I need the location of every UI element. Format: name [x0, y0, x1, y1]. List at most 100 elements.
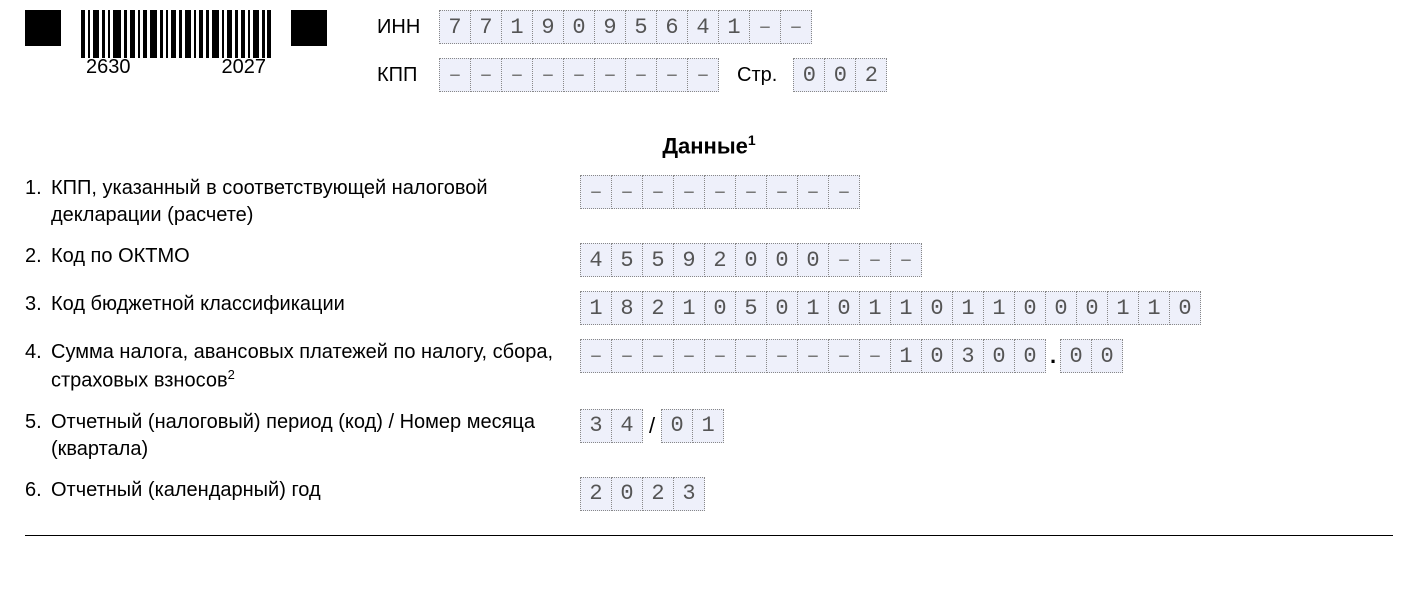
cell: 1: [890, 339, 922, 373]
cell: 7: [470, 10, 502, 44]
cell: 2: [642, 291, 674, 325]
page-label: Стр.: [737, 64, 777, 87]
corner-marker-left: [25, 10, 61, 46]
cell: –: [611, 175, 643, 209]
cell: 0: [766, 291, 798, 325]
cell: 0: [828, 291, 860, 325]
cell: 0: [1091, 339, 1123, 373]
divider: [25, 535, 1393, 536]
cell: –: [594, 58, 626, 92]
cell: 1: [797, 291, 829, 325]
cell: –: [859, 243, 891, 277]
cell: –: [828, 175, 860, 209]
cell: –: [501, 58, 533, 92]
cell: 0: [824, 58, 856, 92]
cell: –: [580, 339, 612, 373]
cell: –: [780, 10, 812, 44]
cell: 0: [1169, 291, 1201, 325]
cell: –: [749, 10, 781, 44]
row2-label: 2. Код по ОКТМО: [25, 243, 580, 270]
cell: –: [890, 243, 922, 277]
cell: –: [828, 339, 860, 373]
cell: –: [797, 175, 829, 209]
cell: –: [470, 58, 502, 92]
cell: 0: [793, 58, 825, 92]
cell: –: [611, 339, 643, 373]
cell: 1: [1107, 291, 1139, 325]
row6-label: 6. Отчетный (календарный) год: [25, 477, 580, 504]
cell: –: [580, 175, 612, 209]
cell: –: [704, 175, 736, 209]
cell: 0: [1045, 291, 1077, 325]
cell: 1: [673, 291, 705, 325]
cell: –: [735, 175, 767, 209]
cell: 9: [532, 10, 564, 44]
cell: –: [766, 175, 798, 209]
row2-cells: 45592000–––: [580, 243, 922, 277]
cell: 0: [1014, 291, 1046, 325]
inn-label: ИНН: [377, 16, 429, 39]
cell: –: [797, 339, 829, 373]
cell: 2: [704, 243, 736, 277]
row4-int-cells: ––––––––––10300: [580, 339, 1046, 373]
cell: –: [439, 58, 471, 92]
row6-cells: 2023: [580, 477, 705, 511]
cell: 1: [692, 409, 724, 443]
cell: –: [563, 58, 595, 92]
cell: 0: [735, 243, 767, 277]
cell: –: [673, 175, 705, 209]
barcode-num-right: 2027: [222, 56, 267, 79]
cell: –: [766, 339, 798, 373]
cell: 4: [611, 409, 643, 443]
corner-marker-right: [291, 10, 327, 46]
cell: 0: [1014, 339, 1046, 373]
cell: 1: [890, 291, 922, 325]
cell: –: [642, 339, 674, 373]
kpp-cells: –––––––––: [439, 58, 719, 92]
cell: –: [532, 58, 564, 92]
cell: 0: [921, 291, 953, 325]
cell: 1: [983, 291, 1015, 325]
cell: 2: [642, 477, 674, 511]
decimal-dot: .: [1050, 343, 1056, 369]
cell: 2: [855, 58, 887, 92]
cell: 1: [580, 291, 612, 325]
cell: 0: [766, 243, 798, 277]
kpp-label: КПП: [377, 64, 429, 87]
cell: 0: [983, 339, 1015, 373]
cell: 0: [563, 10, 595, 44]
cell: 0: [661, 409, 693, 443]
cell: 4: [580, 243, 612, 277]
row5-label: 5. Отчетный (налоговый) период (код) / Н…: [25, 409, 580, 463]
cell: –: [656, 58, 688, 92]
cell: 5: [625, 10, 657, 44]
row1-cells: –––––––––: [580, 175, 860, 209]
cell: 3: [580, 409, 612, 443]
cell: –: [859, 339, 891, 373]
cell: 2: [580, 477, 612, 511]
cell: 1: [859, 291, 891, 325]
cell: 1: [952, 291, 984, 325]
cell: 3: [673, 477, 705, 511]
page-cells: 002: [793, 58, 887, 92]
inn-cells: 7719095641––: [439, 10, 812, 44]
cell: 9: [673, 243, 705, 277]
cell: 0: [1060, 339, 1092, 373]
row5-cells-a: 34: [580, 409, 643, 443]
row1-label: 1. КПП, указанный в соответствующей нало…: [25, 175, 580, 229]
cell: 1: [718, 10, 750, 44]
cell: 9: [594, 10, 626, 44]
cell: 0: [921, 339, 953, 373]
cell: –: [735, 339, 767, 373]
cell: 4: [687, 10, 719, 44]
slash-sep: /: [649, 413, 655, 439]
row4-dec-cells: 00: [1060, 339, 1123, 373]
cell: –: [828, 243, 860, 277]
cell: –: [625, 58, 657, 92]
cell: 5: [735, 291, 767, 325]
row3-cells: 18210501011011000110: [580, 291, 1201, 325]
cell: 0: [797, 243, 829, 277]
cell: 6: [656, 10, 688, 44]
cell: 1: [1138, 291, 1170, 325]
cell: 7: [439, 10, 471, 44]
